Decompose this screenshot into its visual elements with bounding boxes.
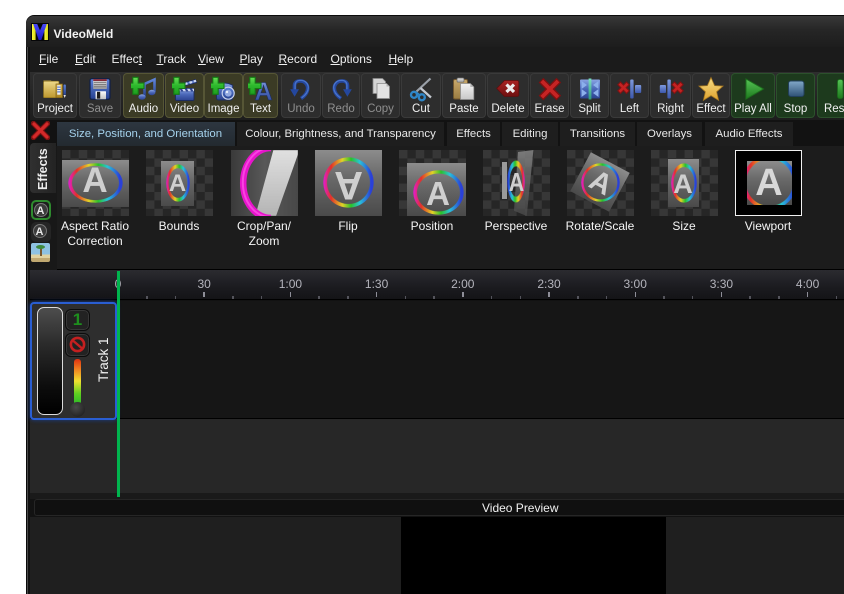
svg-text:A: A (254, 78, 272, 102)
